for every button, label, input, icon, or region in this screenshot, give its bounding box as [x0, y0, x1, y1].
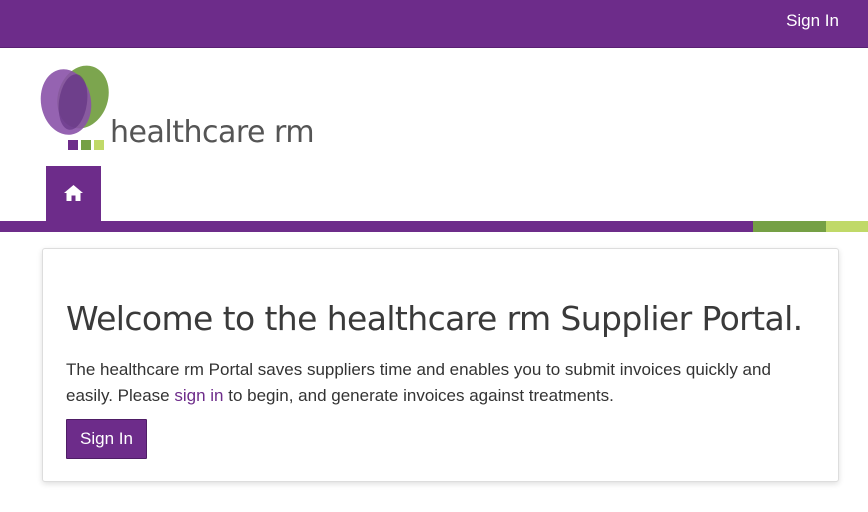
brand-stripe-purple: [0, 221, 753, 232]
brand-stripe-lime: [826, 221, 868, 232]
home-tab[interactable]: [46, 166, 101, 221]
home-icon: [64, 185, 83, 201]
welcome-card: Welcome to the healthcare rm Supplier Po…: [42, 248, 839, 482]
logo-mark-icon: [40, 65, 109, 150]
welcome-intro: The healthcare rm Portal saves suppliers…: [66, 357, 806, 409]
logo-wordmark: healthcare rm: [110, 115, 315, 150]
intro-text-end: to begin, and generate invoices against …: [223, 386, 614, 405]
brand-stripe-green: [753, 221, 826, 232]
welcome-title: Welcome to the healthcare rm Supplier Po…: [66, 299, 803, 338]
top-bar: Sign In: [0, 0, 868, 48]
healthcare-rm-logo[interactable]: healthcare rm: [38, 62, 328, 154]
header-sign-in-link[interactable]: Sign In: [786, 11, 839, 31]
intro-sign-in-link[interactable]: sign in: [174, 386, 223, 405]
sign-in-button[interactable]: Sign In: [66, 419, 147, 459]
